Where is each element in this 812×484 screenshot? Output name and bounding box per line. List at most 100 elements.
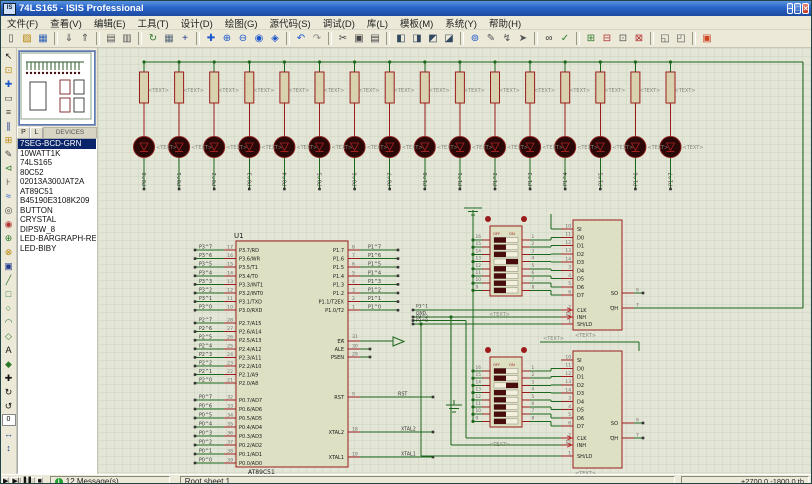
open-design-icon[interactable]: ▨	[19, 31, 35, 46]
import-section-icon[interactable]: ⇓	[61, 31, 77, 46]
dip-handle[interactable]	[494, 273, 506, 278]
menu-edit[interactable]: 编辑(E)	[88, 16, 132, 30]
dip-handle[interactable]	[494, 281, 506, 286]
device-pin-tool-icon[interactable]: ⊦	[2, 175, 15, 189]
goto-sheet-icon[interactable]: ⊡	[615, 31, 631, 46]
device-item[interactable]: LED-BIBY	[18, 244, 96, 254]
stop-button[interactable]: ■	[37, 477, 43, 484]
dip-handle[interactable]	[494, 397, 506, 402]
remove-sheet-icon[interactable]: ⊟	[599, 31, 615, 46]
junction-dot-tool-icon[interactable]: ✚	[2, 77, 15, 91]
menu-file[interactable]: 文件(F)	[1, 16, 44, 30]
graph-tool-icon[interactable]: ≈	[2, 189, 15, 203]
menu-tools[interactable]: 工具(T)	[131, 16, 174, 30]
schematic-canvas[interactable]: <TEXT><TEXT>P0^0<TEXT><TEXT>P0^1<TEXT><T…	[98, 48, 811, 474]
zoom-in-icon[interactable]: ⊕	[219, 31, 235, 46]
device-item[interactable]: DIPSW_8	[18, 225, 96, 235]
overview-preview[interactable]	[19, 51, 95, 125]
menu-help[interactable]: 帮助(H)	[483, 16, 527, 30]
2d-text-tool-icon[interactable]: A	[2, 343, 15, 357]
tape-recorder-tool-icon[interactable]: ◎	[2, 203, 15, 217]
save-design-icon[interactable]: ▦	[35, 31, 51, 46]
dip-switch-1[interactable]	[485, 216, 527, 296]
make-device-icon[interactable]: ✎	[483, 31, 499, 46]
led-body[interactable]	[134, 137, 155, 158]
dip-handle[interactable]	[494, 412, 506, 417]
message-box[interactable]: i 12 Message(s)	[50, 476, 170, 484]
device-item[interactable]: 10WATT1K	[18, 149, 96, 159]
bus-tool-icon[interactable]: ∥	[2, 119, 15, 133]
block-delete-icon[interactable]: ◪	[441, 31, 457, 46]
pan-icon[interactable]: ✚	[203, 31, 219, 46]
dip-handle[interactable]	[494, 237, 506, 242]
2d-path-tool-icon[interactable]: ◇	[2, 329, 15, 343]
dip-handle[interactable]	[494, 245, 506, 250]
2d-circle-tool-icon[interactable]: ○	[2, 301, 15, 315]
menu-library[interactable]: 库(L)	[361, 16, 394, 30]
origin-icon[interactable]: +	[177, 31, 193, 46]
zoom-area-icon[interactable]: ◈	[267, 31, 283, 46]
dip-switch-2[interactable]	[485, 347, 527, 427]
dip-handle[interactable]	[506, 383, 518, 388]
redo-icon[interactable]: ↷	[309, 31, 325, 46]
packaging-tool-icon[interactable]: ↯	[499, 31, 515, 46]
instrument-tool-icon[interactable]: ▣	[2, 259, 15, 273]
device-item[interactable]: AT89C51	[18, 187, 96, 197]
text-script-tool-icon[interactable]: ≡	[2, 105, 15, 119]
subcircuit-tool-icon[interactable]: ⊞	[2, 133, 15, 147]
led[interactable]	[134, 137, 155, 158]
menu-source[interactable]: 源代码(S)	[264, 16, 317, 30]
dip-handle[interactable]	[494, 376, 506, 381]
dip-handle[interactable]	[494, 419, 506, 424]
step-button[interactable]: ▶|	[11, 477, 20, 484]
copy-icon[interactable]: ▣	[351, 31, 367, 46]
voltage-probe-tool-icon[interactable]: ⊕	[2, 231, 15, 245]
block-copy-icon[interactable]: ◧	[393, 31, 409, 46]
pick-parts-button[interactable]: P	[17, 127, 30, 139]
play-button[interactable]: ▶	[2, 477, 9, 484]
2d-box-tool-icon[interactable]: □	[2, 287, 15, 301]
generator-tool-icon[interactable]: ◉	[2, 217, 15, 231]
device-item[interactable]: 80C52	[18, 168, 96, 178]
block-move-icon[interactable]: ◨	[409, 31, 425, 46]
rotate-cw-button-icon[interactable]: ↻	[2, 385, 15, 399]
shift-register-2[interactable]	[567, 351, 622, 468]
terminal-tool-icon[interactable]: ⊲	[2, 161, 15, 175]
pick-device-icon[interactable]: ⊚	[467, 31, 483, 46]
dip-handle[interactable]	[506, 259, 518, 264]
undo-icon[interactable]: ↶	[293, 31, 309, 46]
print-icon[interactable]: ▤	[103, 31, 119, 46]
netlist-to-ares-icon[interactable]: ▣	[699, 31, 715, 46]
dip-handle[interactable]	[494, 266, 506, 271]
selection-tool-icon[interactable]: ↖	[2, 49, 15, 63]
find-component-icon[interactable]: ∞	[541, 31, 557, 46]
device-item[interactable]: B45190E3108K209	[18, 196, 96, 206]
mirror-v-button[interactable]: ↕	[2, 441, 15, 455]
wire-label-tool-icon[interactable]: ▭	[2, 91, 15, 105]
paste-icon[interactable]: ▤	[367, 31, 383, 46]
menu-template[interactable]: 模板(M)	[394, 16, 439, 30]
menu-graph[interactable]: 绘图(G)	[219, 16, 264, 30]
device-item[interactable]: BUTTON	[18, 206, 96, 216]
2d-symbol-tool-icon[interactable]: ◆	[2, 357, 15, 371]
toggle-grid-icon[interactable]: ▦	[161, 31, 177, 46]
new-sheet-icon[interactable]: ⊞	[583, 31, 599, 46]
close-button[interactable]: ×	[802, 3, 809, 14]
rotation-angle-field[interactable]: 0	[2, 414, 16, 426]
redraw-icon[interactable]: ↻	[145, 31, 161, 46]
new-file-icon[interactable]: ▯	[3, 31, 19, 46]
current-probe-tool-icon[interactable]: ⊗	[2, 245, 15, 259]
dip-handle[interactable]	[494, 368, 506, 373]
block-rotate-icon[interactable]: ◩	[425, 31, 441, 46]
zoom-all-icon[interactable]: ◉	[251, 31, 267, 46]
minimize-button[interactable]: –	[787, 3, 793, 14]
cut-icon[interactable]: ✂	[335, 31, 351, 46]
bill-of-materials-icon[interactable]: ◱	[657, 31, 673, 46]
dip-handle[interactable]	[494, 288, 506, 293]
property-assignment-icon[interactable]: ✓	[557, 31, 573, 46]
editing-canvas[interactable]: <TEXT><TEXT>P0^0<TEXT><TEXT>P0^1<TEXT><T…	[98, 48, 811, 474]
device-item[interactable]: 02013A300JAT2A	[18, 177, 96, 187]
pause-button[interactable]: ▌▌	[23, 477, 35, 484]
title-bar[interactable]: IS 74LS165 - ISIS Professional –□×	[1, 1, 811, 16]
2d-arc-tool-icon[interactable]: ◠	[2, 315, 15, 329]
